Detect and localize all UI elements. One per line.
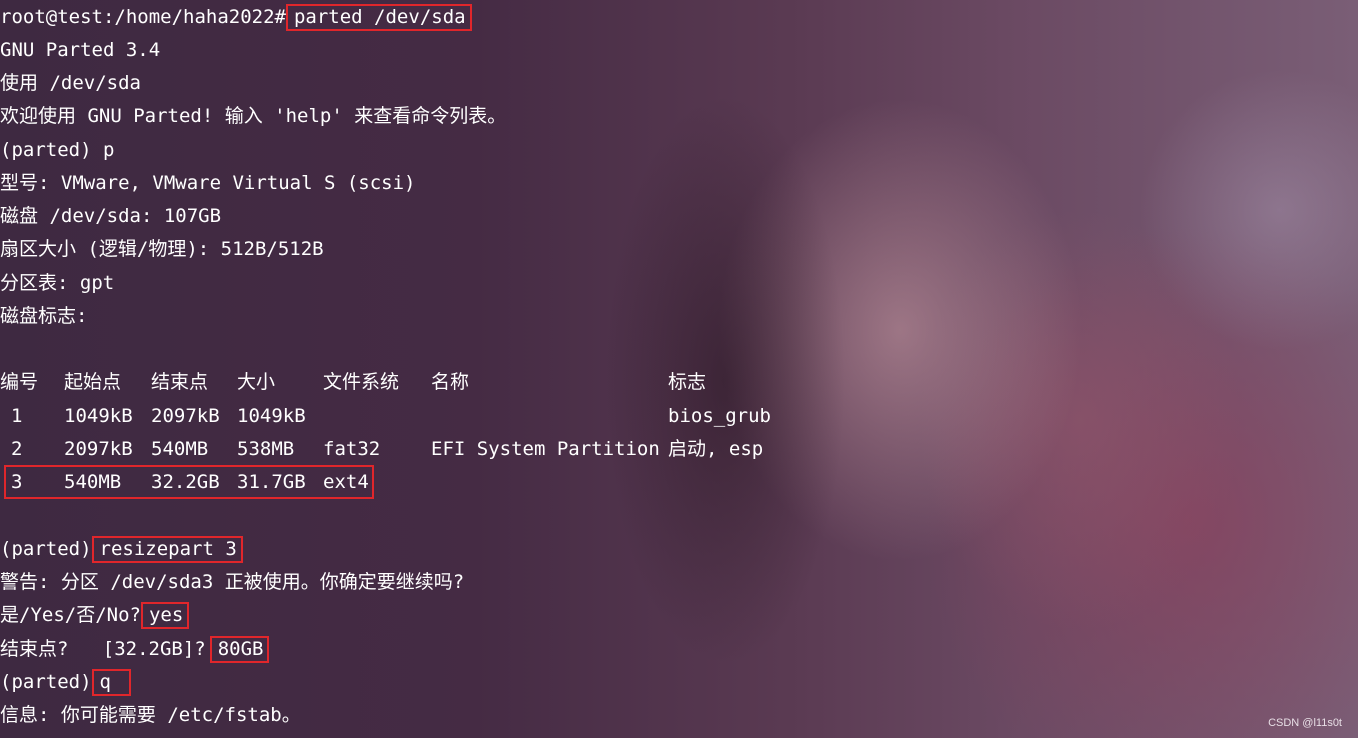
row-number: 2: [11, 438, 23, 460]
confirm-line: 是/Yes/否/No? yes: [0, 599, 190, 632]
table-row: 2 2097kB 540MB 538MB fat32 EFI System Pa…: [0, 433, 900, 466]
parted-prompt: (parted): [0, 671, 92, 693]
disk-flags-line: 磁盘标志:: [0, 305, 88, 327]
print-command-line: (parted) p: [0, 139, 115, 161]
row-size: 1049kB: [237, 405, 306, 427]
sector-size-line: 扇区大小 (逻辑/物理): 512B/512B: [0, 238, 324, 260]
confirm-prompt: 是/Yes/否/No?: [0, 604, 141, 626]
highlighted-end-answer: 80GB: [209, 636, 270, 663]
row-filesystem: ext4: [323, 471, 369, 493]
row-flags: 启动, esp: [668, 438, 764, 460]
row-number: 3: [11, 471, 23, 493]
header-size: 大小: [237, 371, 276, 393]
terminal-output: root@test:/home/haha2022# parted /dev/sda…: [0, 0, 1358, 738]
row-end: 32.2GB: [151, 471, 220, 493]
row-size: 31.7GB: [237, 471, 306, 493]
watermark: CSDN @l11s0t: [1268, 717, 1342, 729]
info-line: 信息: 你可能需要 /etc/fstab。: [0, 704, 301, 726]
header-start: 起始点: [64, 371, 122, 393]
header-name: 名称: [431, 371, 470, 393]
table-row: 1 1049kB 2097kB 1049kB bios_grub: [0, 400, 900, 433]
row-start: 2097kB: [64, 438, 133, 460]
version-line: GNU Parted 3.4: [0, 39, 161, 61]
warning-line: 警告: 分区 /dev/sda3 正被使用。你确定要继续吗?: [0, 571, 465, 593]
row-start: 1049kB: [64, 405, 133, 427]
header-end: 结束点: [151, 371, 209, 393]
highlighted-command: parted /dev/sda: [285, 4, 472, 31]
row-size: 538MB: [237, 438, 295, 460]
header-number: 编号: [0, 371, 39, 393]
command-line-parted: root@test:/home/haha2022# parted /dev/sda: [0, 1, 472, 34]
row-end: 540MB: [151, 438, 209, 460]
partition-table-header: 编号 起始点 结束点 大小 文件系统 名称 标志: [0, 366, 900, 399]
highlighted-resize-command: resizepart 3: [91, 536, 243, 563]
header-filesystem: 文件系统: [323, 371, 400, 393]
partition-table-line: 分区表: gpt: [0, 272, 115, 294]
model-line: 型号: VMware, VMware Virtual S (scsi): [0, 172, 416, 194]
parted-prompt: (parted): [0, 538, 92, 560]
shell-prompt: root@test:/home/haha2022#: [0, 6, 286, 28]
quit-line: (parted) q: [0, 666, 131, 699]
header-flags: 标志: [668, 371, 707, 393]
end-point-line: 结束点? [32.2GB]? 80GB: [0, 633, 270, 666]
resize-command-line: (parted) resizepart 3: [0, 533, 243, 566]
highlighted-quit-command: q: [91, 669, 131, 696]
row-start: 540MB: [64, 471, 122, 493]
end-point-prompt: 结束点? [32.2GB]?: [0, 638, 206, 660]
row-end: 2097kB: [151, 405, 220, 427]
row-number: 1: [11, 405, 23, 427]
row-flags: bios_grub: [668, 405, 771, 427]
highlighted-confirm-answer: yes: [140, 602, 190, 629]
welcome-line: 欢迎使用 GNU Parted! 输入 'help' 来查看命令列表。: [0, 105, 507, 127]
disk-line: 磁盘 /dev/sda: 107GB: [0, 205, 222, 227]
table-row-highlighted: 3 540MB 32.2GB 31.7GB ext4: [0, 466, 900, 499]
using-line: 使用 /dev/sda: [0, 72, 141, 94]
row-name: EFI System Partition: [431, 438, 660, 460]
row-filesystem: fat32: [323, 438, 381, 460]
